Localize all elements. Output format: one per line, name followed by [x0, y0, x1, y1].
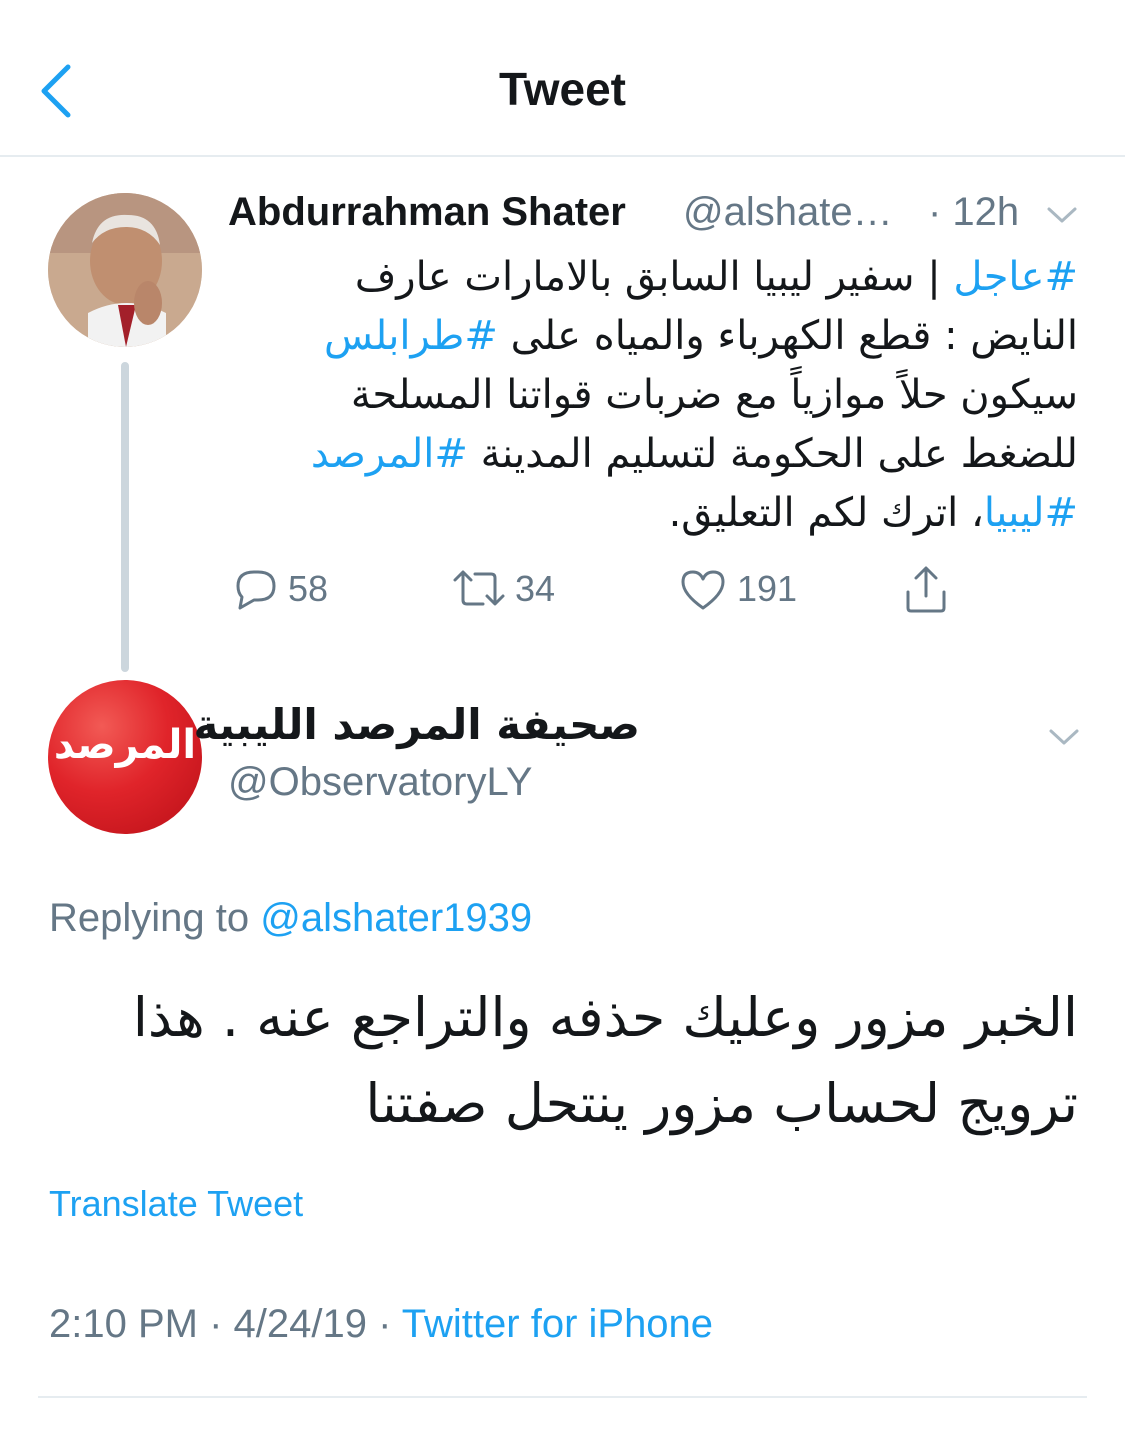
mention-link[interactable]: @alshater1939	[260, 896, 532, 940]
chevron-down-icon	[1049, 729, 1079, 745]
author-name[interactable]: Abdurrahman Shater	[228, 190, 626, 235]
tweet-line: سيكون حلاً موازياً مع ضربات قواتنا المسل…	[228, 366, 1078, 425]
replying-to: Replying to @alshater1939	[49, 896, 532, 941]
chevron-down-icon	[1047, 207, 1077, 223]
like-button[interactable]: 191	[677, 566, 797, 612]
profile-photo-icon	[48, 193, 202, 347]
tweet-menu-button[interactable]	[1043, 200, 1081, 230]
avatar[interactable]	[48, 193, 202, 347]
retweet-button[interactable]: 34	[451, 566, 555, 612]
tweet-line: #ليبيا، اترك لكم التعليق.	[228, 484, 1078, 543]
hashtag-link[interactable]: #ليبيا	[984, 490, 1078, 536]
retweet-count: 34	[515, 568, 556, 609]
tweet-line: ترويج لحساب مزور ينتحل صفتنا	[365, 1072, 1078, 1135]
tweet-timestamp: 2:10 PM · 4/24/19 · Twitter for iPhone	[49, 1302, 713, 1347]
translate-tweet-link[interactable]: Translate Tweet	[49, 1183, 303, 1225]
reply-button[interactable]: 58	[228, 566, 328, 612]
tweet-text-segment: | سفير ليبيا السابق بالامارات عارف	[354, 254, 954, 300]
tweet-line: النايض : قطع الكهرباء والمياه على #طرابل…	[228, 307, 1078, 366]
heart-icon	[681, 570, 725, 610]
tweet-text-segment: ، اترك لكم التعليق.	[668, 490, 984, 536]
divider	[38, 1396, 1087, 1398]
reply-icon	[236, 570, 276, 610]
page-title: Tweet	[499, 63, 626, 115]
tweet-line: #عاجل | سفير ليبيا السابق بالامارات عارف	[228, 248, 1078, 307]
reply-count: 58	[288, 568, 329, 609]
author-handle[interactable]: @alshate…	[683, 190, 893, 235]
tweet-text-segment: سيكون حلاً موازياً مع ضربات قواتنا المسل…	[350, 372, 1078, 418]
tweet-text: الخبر مزور وعليك حذفه والتراجع عنه . هذا…	[100, 975, 1078, 1147]
thread-connector	[121, 362, 129, 672]
tweet-text: #عاجل | سفير ليبيا السابق بالامارات عارف…	[228, 248, 1078, 543]
tweet-menu-button[interactable]	[1045, 722, 1083, 752]
timestamp-text: 2:10 PM · 4/24/19 ·	[49, 1302, 402, 1346]
source-link[interactable]: Twitter for iPhone	[402, 1302, 713, 1346]
observatory-logo: المرصد	[53, 722, 197, 768]
avatar[interactable]: المرصد	[48, 680, 202, 834]
hashtag-link[interactable]: #طرابلس	[324, 313, 498, 359]
like-count: 191	[737, 568, 798, 609]
tweet-text-segment: النايض : قطع الكهرباء والمياه على	[497, 313, 1078, 359]
hashtag-link[interactable]: #المرصد	[311, 431, 468, 477]
share-icon	[906, 566, 946, 613]
tweet-line: للضغط على الحكومة لتسليم المدينة #المرصد	[228, 425, 1078, 484]
author-name[interactable]: صحيفة المرصد الليبية	[194, 700, 640, 749]
tweet-line: الخبر مزور وعليك حذفه والتراجع عنه . هذا	[132, 986, 1078, 1049]
author-handle[interactable]: @ObservatoryLY	[228, 760, 532, 805]
share-button[interactable]	[900, 564, 952, 616]
tweet-time: · 12h	[928, 190, 1020, 234]
replying-prefix: Replying to	[49, 896, 261, 940]
tweet-text-segment: للضغط على الحكومة لتسليم المدينة	[467, 431, 1078, 477]
retweet-icon	[453, 570, 505, 606]
hashtag-link[interactable]: #عاجل	[953, 254, 1078, 300]
